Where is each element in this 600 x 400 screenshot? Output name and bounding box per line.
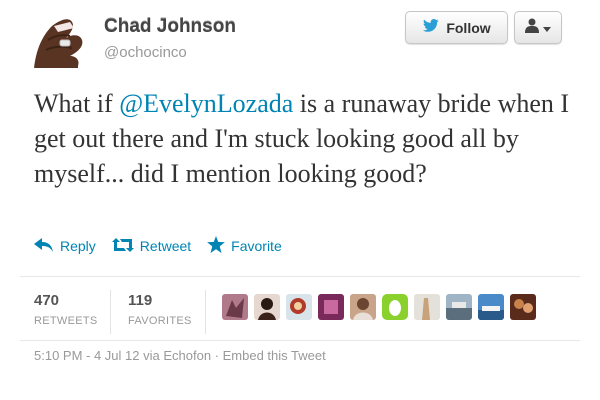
stat-divider — [110, 290, 111, 334]
retweet-icon — [111, 237, 134, 255]
favorite-button[interactable]: Favorite — [207, 236, 282, 256]
favoriter-avatar-icon[interactable] — [446, 294, 472, 320]
client-link[interactable]: Echofon — [163, 348, 211, 363]
user-display-name[interactable]: Chad Johnson — [104, 16, 236, 38]
favorites-stat[interactable]: 119 FAVORITES — [128, 292, 192, 327]
retweets-label: RETWEETS — [34, 315, 98, 327]
tweet-actions: Reply Retweet Favorite — [34, 236, 298, 256]
follow-button[interactable]: Follow — [405, 11, 508, 44]
favorites-label: FAVORITES — [128, 315, 192, 327]
retweet-label: Retweet — [139, 238, 192, 254]
favoriter-avatar-icon[interactable] — [318, 294, 344, 320]
divider-top — [20, 276, 580, 277]
retweets-count: 470 — [34, 292, 60, 309]
reply-icon — [34, 237, 54, 255]
reply-label: Reply — [60, 238, 96, 254]
favoriter-avatar-icon[interactable] — [286, 294, 312, 320]
follow-button-label: Follow — [446, 19, 491, 36]
retweet-button[interactable]: Retweet — [111, 237, 192, 255]
favoriter-avatar-icon[interactable] — [222, 294, 248, 320]
meta-separator: · — [211, 348, 223, 363]
star-icon — [207, 236, 226, 256]
favoriter-avatar-icon[interactable] — [254, 294, 280, 320]
favoriter-avatars — [222, 294, 536, 320]
favoriter-avatar-icon[interactable] — [478, 294, 504, 320]
favoriter-avatar-icon[interactable] — [510, 294, 536, 320]
embed-tweet-link[interactable]: Embed this Tweet — [223, 348, 326, 363]
tweet-meta: 5:10 PM - 4 Jul 12 via Echofon · Embed t… — [34, 348, 326, 363]
tweet-text-prefix: What if — [34, 89, 120, 118]
favorites-count: 119 — [128, 292, 153, 309]
user-actions-dropdown[interactable] — [514, 11, 562, 44]
twitter-bird-icon — [422, 19, 440, 36]
tweet-text: What if @EvelynLozada is a runaway bride… — [34, 86, 574, 191]
favoriter-avatar-icon[interactable] — [350, 294, 376, 320]
retweets-stat[interactable]: 470 RETWEETS — [34, 292, 98, 327]
favoriter-avatar-icon[interactable] — [382, 294, 408, 320]
favorite-label: Favorite — [231, 238, 282, 254]
user-avatar[interactable] — [30, 10, 88, 68]
chevron-down-icon — [543, 19, 551, 37]
mention-link[interactable]: @EvelynLozada — [119, 89, 293, 118]
user-handle[interactable]: @ochocinco — [104, 44, 187, 61]
favoriter-avatar-icon[interactable] — [414, 294, 440, 320]
reply-button[interactable]: Reply — [34, 237, 96, 255]
via-text: via — [139, 348, 164, 363]
stat-divider — [205, 290, 206, 334]
tweet-timestamp[interactable]: 5:10 PM - 4 Jul 12 — [34, 348, 140, 363]
divider-bottom — [20, 340, 580, 341]
user-icon — [525, 18, 539, 38]
